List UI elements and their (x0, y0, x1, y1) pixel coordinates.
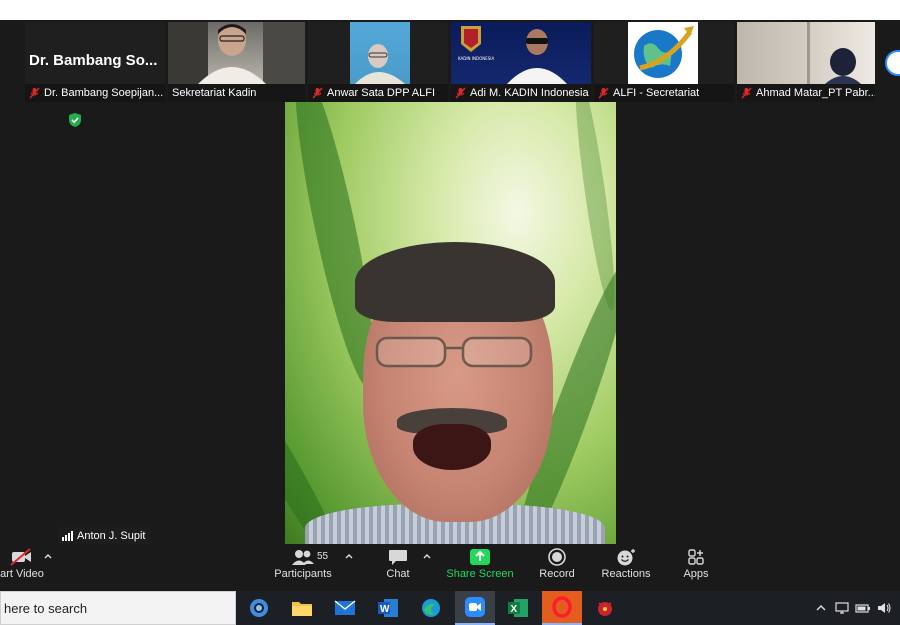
apps-icon (688, 549, 704, 565)
apps-button[interactable]: Apps (676, 544, 716, 591)
kadin-logo-icon: KADIN INDONESIA (458, 26, 567, 84)
app-icon[interactable] (585, 591, 625, 625)
glasses-icon (375, 336, 533, 368)
edge-icon[interactable] (411, 591, 451, 625)
mic-off-icon (455, 87, 466, 99)
participant-name: Ahmad Matar_PT Pabr... (756, 87, 875, 99)
battery-icon[interactable] (855, 600, 871, 616)
cortana-icon[interactable] (239, 591, 279, 625)
participant-namebar: ALFI - Secretariat (594, 84, 734, 102)
participant-name: Adi M. KADIN Indonesia (470, 87, 589, 99)
alfi-globe-logo-icon (634, 26, 694, 78)
zoom-meeting-window: Dr. Bambang So... Dr. Bambang Soepijan..… (0, 20, 900, 591)
chevron-up-icon[interactable] (815, 600, 827, 616)
share-screen-icon (470, 549, 490, 565)
participant-namebar: Ahmad Matar_PT Pabr... (737, 84, 875, 102)
network-icon[interactable] (834, 600, 850, 616)
chat-label: Chat (386, 568, 410, 580)
participant-tile[interactable]: Sekretariat Kadin (168, 22, 305, 102)
svg-text:W: W (380, 604, 390, 615)
volume-icon[interactable] (876, 600, 892, 616)
participant-namebar: Anwar Sata DPP ALFI (308, 84, 448, 102)
reactions-icon (617, 549, 635, 566)
participant-tile[interactable]: Dr. Bambang So... Dr. Bambang Soepijan..… (25, 22, 165, 102)
svg-text:X: X (511, 604, 518, 615)
record-icon (548, 548, 566, 566)
participant-namebar: Dr. Bambang Soepijan... (25, 84, 165, 102)
participant-tile[interactable]: KADIN INDONESIA Adi M. KADIN Indonesia (451, 22, 591, 102)
participant-name: Sekretariat Kadin (172, 87, 257, 99)
participant-namebar: Sekretariat Kadin (168, 84, 305, 102)
connection-signal-icon (62, 531, 73, 541)
chat-icon (389, 550, 407, 565)
taskbar-search-box[interactable]: here to search (0, 591, 236, 625)
mic-off-icon (741, 87, 752, 99)
speaker-name-tag: Anton J. Supit (58, 527, 151, 545)
record-button[interactable]: Record (535, 544, 579, 591)
chevron-up-icon[interactable] (423, 552, 431, 560)
mic-off-icon (312, 87, 323, 99)
participant-tile[interactable]: ALFI - Secretariat (594, 22, 734, 102)
chat-button[interactable]: Chat (378, 544, 418, 591)
kadin-logo-text: KADIN INDONESIA (458, 56, 494, 61)
participant-tile[interactable]: Anwar Sata DPP ALFI (308, 22, 448, 102)
opera-icon[interactable] (542, 591, 582, 625)
zoom-icon[interactable] (455, 591, 495, 625)
participant-video (628, 22, 698, 84)
participant-count: 55 (317, 551, 329, 562)
participant-name: ALFI - Secretariat (613, 87, 700, 99)
mail-icon[interactable] (325, 591, 365, 625)
participant-video (168, 22, 305, 84)
mic-off-icon (598, 87, 609, 99)
participant-name: Anwar Sata DPP ALFI (327, 87, 436, 99)
participant-video (737, 22, 875, 84)
participants-label: Participants (274, 568, 332, 580)
participants-icon (292, 550, 314, 565)
person-silhouette-icon (168, 22, 305, 84)
person-silhouette-icon (807, 22, 861, 84)
security-shield-icon[interactable] (67, 112, 83, 128)
participant-big-name: Dr. Bambang So... (29, 52, 158, 69)
active-speaker-video (285, 102, 616, 544)
reactions-button[interactable]: Reactions (598, 544, 654, 591)
speaker-name: Anton J. Supit (77, 530, 146, 542)
file-explorer-icon[interactable] (282, 591, 322, 625)
apps-label: Apps (683, 568, 709, 580)
share-screen-label: Share Screen (446, 568, 514, 580)
participant-name: Dr. Bambang Soepijan... (44, 87, 164, 99)
participant-namebar: Adi M. KADIN Indonesia (451, 84, 591, 102)
start-video-label: art Video (0, 568, 44, 580)
reactions-label: Reactions (601, 568, 651, 580)
chevron-up-icon[interactable] (44, 552, 52, 560)
start-video-button[interactable]: art Video (0, 544, 46, 591)
search-placeholder: here to search (4, 600, 88, 616)
chevron-up-icon[interactable] (345, 552, 353, 560)
share-screen-button[interactable]: Share Screen (444, 544, 516, 591)
word-icon[interactable]: W (368, 591, 408, 625)
next-page-button[interactable] (885, 50, 900, 76)
top-strip (0, 0, 900, 20)
windows-taskbar: here to search W X (0, 591, 900, 625)
participant-video (350, 22, 410, 84)
excel-icon[interactable]: X (498, 591, 538, 625)
video-off-icon (10, 548, 31, 566)
person-silhouette-icon (355, 44, 405, 84)
mic-off-icon (29, 87, 40, 99)
participant-video: KADIN INDONESIA (451, 22, 591, 84)
participant-tile[interactable]: Ahmad Matar_PT Pabr... (737, 22, 875, 102)
record-label: Record (539, 568, 575, 580)
meeting-toolbar: art Video Participants 55 Chat Share Scr… (0, 544, 900, 591)
